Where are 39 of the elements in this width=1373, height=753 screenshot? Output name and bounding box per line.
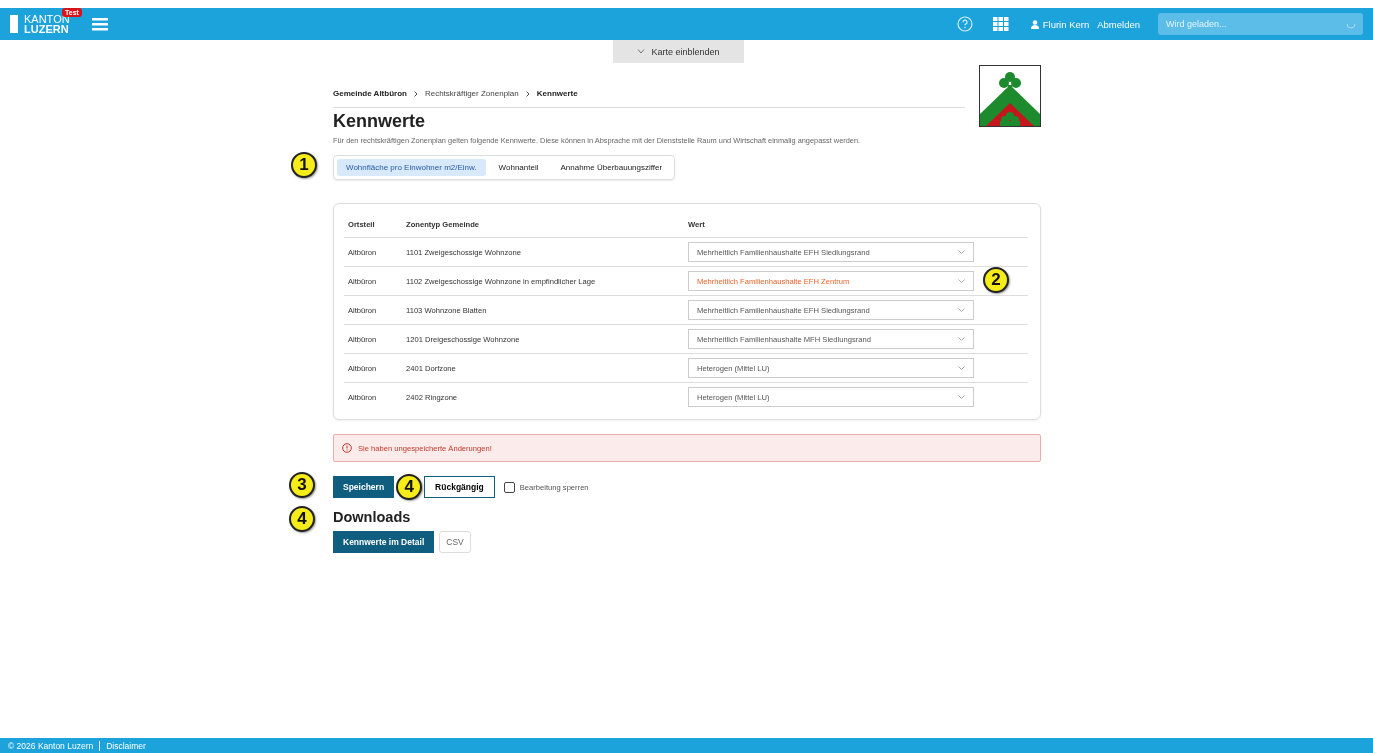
section-title: Downloads [333, 509, 412, 525]
save-button[interactable]: Speichern [333, 476, 395, 498]
chevron-icon [958, 366, 965, 370]
apps-grid-icon[interactable] [992, 17, 1009, 31]
chevron-icon [958, 308, 965, 312]
chevron-right-icon [525, 90, 530, 97]
breadcrumb-link[interactable]: Kennwerte [536, 89, 578, 98]
download-button[interactable]: Kennwerte im Detail [333, 531, 435, 553]
alert-icon [342, 443, 352, 453]
coat-of-arms-icon [979, 65, 1041, 127]
breadcrumb-link[interactable]: Gemeinde Altbüron [333, 89, 407, 98]
copyright-text: © 2026 Kanton Luzern [8, 740, 94, 751]
chevron-right-icon [413, 90, 418, 97]
lock-checkbox[interactable] [503, 481, 515, 493]
page-title: Kennwerte [333, 111, 427, 132]
chevron-icon [958, 279, 965, 283]
logo-text: KANTON [24, 14, 70, 24]
callout-marker: 2 [983, 267, 1009, 293]
callout-marker: 1 [291, 152, 317, 178]
tab[interactable]: Wohnfläche pro Einwohner m2/Einw. [337, 159, 486, 176]
chevron-icon [958, 250, 965, 254]
tab[interactable]: Wohnanteil [489, 159, 548, 176]
user-icon [1030, 19, 1039, 29]
callout-marker: 4 [289, 506, 315, 532]
search-field[interactable]: Wird geladen... [1158, 13, 1363, 35]
chevron-icon [958, 395, 965, 399]
tab[interactable]: Annahme Überbauungsziffer [551, 159, 672, 176]
chevron-icon [637, 49, 646, 54]
chevron-icon [958, 337, 965, 341]
callout-marker: 3 [289, 472, 315, 498]
undo-button[interactable]: Rückgängig [424, 476, 495, 498]
callout-marker: 4 [396, 474, 423, 500]
help-icon[interactable] [956, 16, 973, 32]
menu-icon[interactable] [91, 17, 108, 31]
breadcrumb-link[interactable]: Rechtskräftiger Zonenplan [424, 89, 519, 98]
download-button[interactable]: CSV [439, 531, 471, 553]
show-map-toggle[interactable]: Karte einblenden [613, 40, 744, 63]
logo-text: LUZERN [24, 24, 70, 34]
logo-mark-icon [10, 15, 18, 33]
